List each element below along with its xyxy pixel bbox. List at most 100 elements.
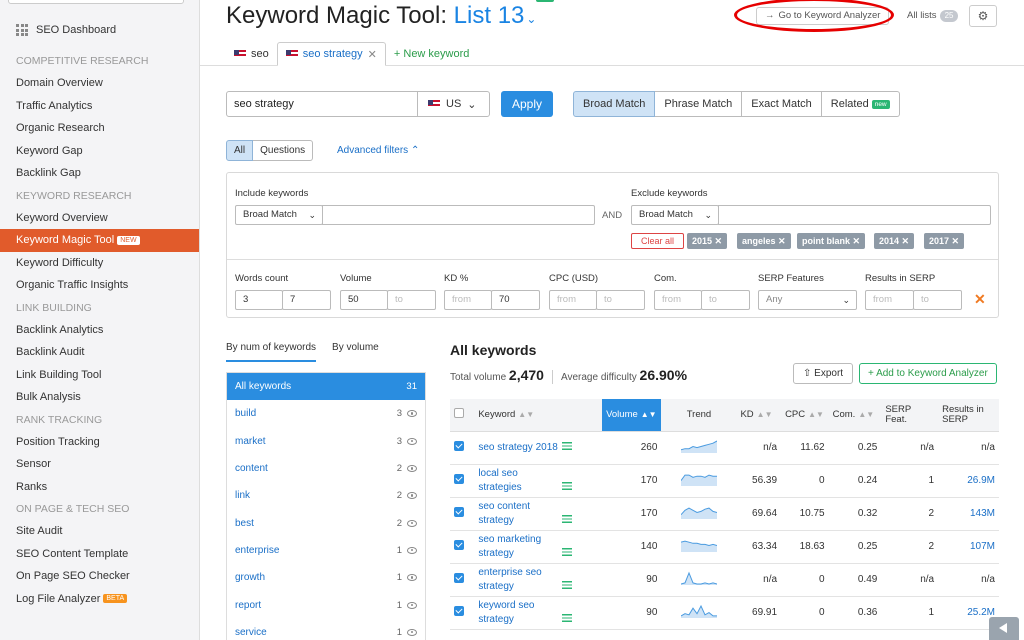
sidebar-item-link-building-tool[interactable]: Link Building Tool <box>0 364 199 387</box>
sidebar-item-backlink-audit[interactable]: Backlink Audit <box>0 341 199 364</box>
column-results-in-serp[interactable]: Results in SERP <box>938 399 999 432</box>
sidebar-item-bulk-analysis[interactable]: Bulk Analysis <box>0 386 199 409</box>
column-keyword[interactable]: Keyword ▲▼ <box>474 399 603 432</box>
table-row[interactable]: keyword seo strategy 90 69.91 0 0.36 1 25.2M <box>450 596 999 630</box>
close-icon[interactable]: ✕ <box>952 236 960 246</box>
sidebar-item-domain-overview[interactable]: Domain Overview <box>0 72 199 95</box>
exclude-chip[interactable]: angeles ✕ <box>737 233 791 249</box>
eye-icon[interactable] <box>407 628 417 636</box>
results-to-input[interactable]: to <box>913 290 962 310</box>
broad-match-button[interactable]: Broad Match <box>573 91 656 117</box>
com-to-input[interactable]: to <box>701 290 750 310</box>
eye-icon[interactable] <box>407 410 417 418</box>
kd-to-input[interactable]: 70 <box>491 290 540 310</box>
keyword-group-item[interactable]: enterprise 1 <box>227 537 425 564</box>
exact-match-button[interactable]: Exact Match <box>742 91 822 117</box>
phrase-match-button[interactable]: Phrase Match <box>655 91 743 117</box>
questions-button[interactable]: Questions <box>253 140 314 161</box>
close-icon[interactable]: ✕ <box>853 236 861 246</box>
keyword-group-item[interactable]: market 3 <box>227 428 425 455</box>
keyword-link[interactable]: enterprise seo strategy <box>478 566 562 594</box>
related-button[interactable]: Related new <box>821 91 900 117</box>
collapse-sidebar-button[interactable] <box>989 617 1019 640</box>
serp-features-select[interactable]: Any ⌄ <box>758 290 857 310</box>
exclude-chip[interactable]: 2015 ✕ <box>687 233 728 249</box>
column-kd[interactable]: KD ▲▼ <box>736 399 782 432</box>
serp-lines-icon[interactable] <box>562 441 573 450</box>
keyword-group-item[interactable]: build 3 <box>227 400 425 427</box>
sidebar-item-organic-research[interactable]: Organic Research <box>0 117 199 140</box>
exclude-chip[interactable]: point blank ✕ <box>797 233 866 249</box>
keyword-group-item[interactable]: content 2 <box>227 455 425 482</box>
results-in-serp-cell[interactable]: 143M <box>938 497 999 531</box>
sidebar-item-traffic-analytics[interactable]: Traffic Analytics <box>0 95 199 118</box>
sidebar-item-log-file-analyzer[interactable]: Log File Analyzer beta <box>0 588 199 611</box>
kd-from-input[interactable]: from <box>444 290 492 310</box>
keyword-group-item[interactable]: best 2 <box>227 509 425 536</box>
volume-from-input[interactable]: 50 <box>340 290 388 310</box>
exclude-match-select[interactable]: Broad Match ⌄ <box>631 205 719 225</box>
sidebar-item-sensor[interactable]: Sensor <box>0 453 199 476</box>
all-button[interactable]: All <box>226 140 254 161</box>
exclude-chip[interactable]: 2017 ✕ <box>924 233 965 249</box>
sidebar-item-organic-traffic-insights[interactable]: Organic Traffic Insights <box>0 274 199 297</box>
apply-button[interactable]: Apply <box>501 91 553 117</box>
sidebar-item-keyword-overview[interactable]: Keyword Overview <box>0 207 199 230</box>
list-selector[interactable]: List 13 ⌄ <box>454 2 537 29</box>
column-cpc[interactable]: CPC ▲▼ <box>781 399 829 432</box>
keyword-link[interactable]: seo content strategy <box>478 500 562 528</box>
all-lists-button[interactable]: All lists 25 <box>907 7 959 25</box>
row-checkbox[interactable] <box>454 573 464 583</box>
serp-lines-icon[interactable] <box>562 514 573 523</box>
settings-button[interactable]: ⚙ <box>969 5 997 27</box>
eye-icon[interactable] <box>407 492 417 500</box>
exclude-keywords-input[interactable] <box>718 205 991 225</box>
table-row[interactable]: enterprise seo strategy 90 n/a 0 0.49 n/a n/a <box>450 563 999 597</box>
serp-lines-icon[interactable] <box>562 481 573 490</box>
tab-seo-strategy[interactable]: seo strategy ✕ <box>276 42 386 66</box>
sidebar-item-backlink-analytics[interactable]: Backlink Analytics <box>0 319 199 342</box>
serp-lines-icon[interactable] <box>562 547 573 556</box>
keyword-group-item[interactable]: report 1 <box>227 591 425 618</box>
sidebar-item-seo-content-template[interactable]: SEO Content Template <box>0 543 199 566</box>
sidebar-item-keyword-magic-tool[interactable]: Keyword Magic Tool new <box>0 229 199 252</box>
words-count-to-input[interactable]: 7 <box>282 290 331 310</box>
tab-by-volume[interactable]: By volume <box>332 342 379 362</box>
results-in-serp-cell[interactable]: 107M <box>938 530 999 564</box>
cpc-to-input[interactable]: to <box>596 290 645 310</box>
close-icon[interactable]: ✕ <box>778 236 786 246</box>
add-to-keyword-analyzer-button[interactable]: + Add to Keyword Analyzer <box>859 363 997 384</box>
column-volume[interactable]: Volume ▲▼ <box>602 399 662 432</box>
eye-icon[interactable] <box>407 465 417 473</box>
results-from-input[interactable]: from <box>865 290 914 310</box>
eye-icon[interactable] <box>407 437 417 445</box>
sidebar-item-seo-dashboard[interactable]: SEO Dashboard <box>16 24 116 36</box>
words-count-from-input[interactable]: 3 <box>235 290 283 310</box>
row-checkbox[interactable] <box>454 474 464 484</box>
serp-lines-icon[interactable] <box>562 613 573 622</box>
advanced-filters-toggle[interactable]: Advanced filters ⌃ <box>337 145 419 156</box>
sidebar-item-position-tracking[interactable]: Position Tracking <box>0 431 199 454</box>
export-button[interactable]: ⇧ Export <box>793 363 854 384</box>
keyword-link[interactable]: seo strategy 2018 <box>478 441 562 455</box>
volume-to-input[interactable]: to <box>387 290 436 310</box>
reset-filters-icon[interactable]: ✕ <box>974 291 986 308</box>
table-row[interactable]: seo marketing strategy 140 63.34 18.63 0.25 2… <box>450 530 999 564</box>
column-com[interactable]: Com. ▲▼ <box>828 399 882 432</box>
close-icon[interactable]: ✕ <box>368 48 377 61</box>
eye-icon[interactable] <box>407 546 417 554</box>
tab-by-num-keywords[interactable]: By num of keywords <box>226 342 317 362</box>
tab-seo[interactable]: seo <box>226 42 277 66</box>
eye-icon[interactable] <box>407 519 417 527</box>
sidebar-item-keyword-difficulty[interactable]: Keyword Difficulty <box>0 252 199 275</box>
eye-icon[interactable] <box>407 601 417 609</box>
row-checkbox[interactable] <box>454 540 464 550</box>
new-keyword-tab[interactable]: + New keyword <box>386 42 478 66</box>
table-row[interactable]: seo content strategy 170 69.64 10.75 0.32 2 14… <box>450 497 999 531</box>
sidebar-search-input[interactable] <box>8 0 184 4</box>
sidebar-item-keyword-gap[interactable]: Keyword Gap <box>0 140 199 163</box>
close-icon[interactable]: ✕ <box>715 236 723 246</box>
include-match-select[interactable]: Broad Match ⌄ <box>235 205 323 225</box>
close-icon[interactable]: ✕ <box>902 236 910 246</box>
keyword-link[interactable]: keyword seo strategy <box>478 599 562 627</box>
